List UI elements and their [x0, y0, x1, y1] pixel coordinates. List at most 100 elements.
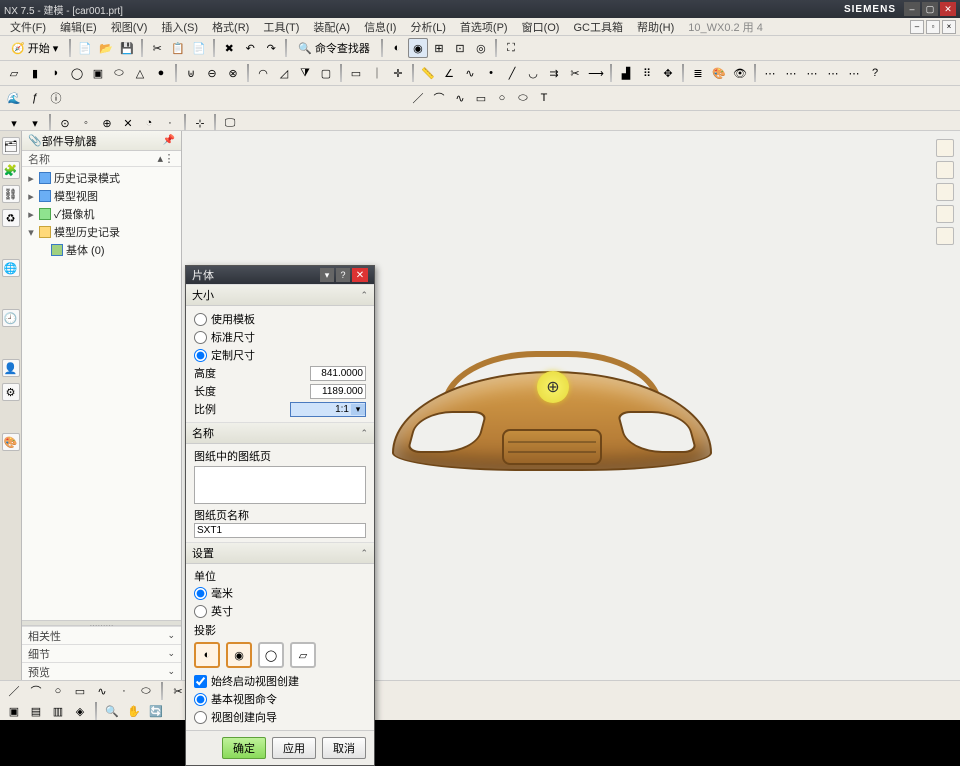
- more1-button[interactable]: ⋯: [760, 63, 780, 83]
- sketch-button[interactable]: ▱: [4, 63, 24, 83]
- delete-button[interactable]: ✖: [219, 38, 239, 58]
- curve-button[interactable]: ∿: [460, 63, 480, 83]
- start-menu-button[interactable]: 🧭开始▾: [4, 38, 65, 58]
- datum-axis-button[interactable]: ｜: [367, 63, 387, 83]
- show-hide-button[interactable]: 👁: [730, 63, 750, 83]
- undo-button[interactable]: ↶: [240, 38, 260, 58]
- sketch-rect-button[interactable]: ▭: [70, 681, 90, 701]
- render-style-button[interactable]: ◐: [387, 38, 407, 58]
- mirror-button[interactable]: ▟: [616, 63, 636, 83]
- dialog-help-button[interactable]: ?: [336, 268, 350, 282]
- more5-button[interactable]: ⋯: [844, 63, 864, 83]
- snap-existing-button[interactable]: ·: [160, 113, 180, 133]
- view-front-button[interactable]: ▣: [4, 701, 24, 721]
- radio-view-wizard[interactable]: [194, 711, 207, 724]
- datum-plane-button[interactable]: ▭: [346, 63, 366, 83]
- view-top-button[interactable]: ▤: [26, 701, 46, 721]
- curve-rect-button[interactable]: ▭: [471, 88, 491, 108]
- nav-history-icon[interactable]: 🕘: [2, 309, 20, 327]
- mdi-minimize-button[interactable]: –: [910, 20, 924, 34]
- view-right-button[interactable]: ▥: [48, 701, 68, 721]
- rotate-button[interactable]: 🔄: [146, 701, 166, 721]
- apply-button[interactable]: 应用: [272, 737, 316, 759]
- offset-button[interactable]: ⇉: [544, 63, 564, 83]
- scale-input[interactable]: [291, 403, 351, 416]
- r-tool3[interactable]: [936, 183, 954, 201]
- extend-button[interactable]: ⟶: [586, 63, 606, 83]
- r-tool1[interactable]: [936, 139, 954, 157]
- drop-details[interactable]: 细节⌄: [22, 644, 181, 662]
- curve-text-button[interactable]: T: [534, 88, 554, 108]
- nav-assembly-icon[interactable]: 🧩: [2, 161, 20, 179]
- section-settings[interactable]: 设置⌃: [186, 542, 374, 564]
- sketch-arc-button[interactable]: ⌒: [26, 681, 46, 701]
- display-button[interactable]: 🖵: [220, 113, 240, 133]
- sketch-ellipse-button[interactable]: ⬭: [136, 681, 156, 701]
- dialog-collapse-button[interactable]: ▾: [320, 268, 334, 282]
- tree-cameras[interactable]: ▸✓摄像机: [26, 205, 177, 223]
- snap-intersect-button[interactable]: ✕: [118, 113, 138, 133]
- arc-button[interactable]: ◡: [523, 63, 543, 83]
- wcs-button[interactable]: ⊹: [190, 113, 210, 133]
- sketch-circle-button[interactable]: ○: [48, 681, 68, 701]
- zoom-button[interactable]: 🔍: [102, 701, 122, 721]
- nav-roles-icon[interactable]: 👤: [2, 359, 20, 377]
- cancel-button[interactable]: 取消: [322, 737, 366, 759]
- wave-button[interactable]: 🌊: [4, 88, 24, 108]
- paste-button[interactable]: 📄: [189, 38, 209, 58]
- pattern-button[interactable]: ⠿: [637, 63, 657, 83]
- r-tool4[interactable]: [936, 205, 954, 223]
- shaded-button[interactable]: ◉: [408, 38, 428, 58]
- section-name[interactable]: 名称⌃: [186, 422, 374, 444]
- nav-parts-icon[interactable]: 🗂: [2, 137, 20, 155]
- check-autostart[interactable]: [194, 675, 207, 688]
- col-extra[interactable]: ⋮: [163, 152, 175, 165]
- mdi-restore-button[interactable]: ▫: [926, 20, 940, 34]
- projection-first-angle[interactable]: ◐: [194, 642, 220, 668]
- projection-third-angle[interactable]: ◉: [226, 642, 252, 668]
- subtract-button[interactable]: ⊖: [202, 63, 222, 83]
- maximize-button[interactable]: ▢: [922, 2, 938, 16]
- radio-standard[interactable]: [194, 331, 207, 344]
- curve-ellipse-button[interactable]: ⬭: [513, 88, 533, 108]
- nav-reuse-icon[interactable]: ♻: [2, 209, 20, 227]
- tree-history-mode[interactable]: ▸历史记录模式: [26, 169, 177, 187]
- hole-button[interactable]: ◯: [67, 63, 87, 83]
- measure-distance-button[interactable]: 📏: [418, 63, 438, 83]
- r-tool2[interactable]: [936, 161, 954, 179]
- pin-icon[interactable]: 📌: [163, 135, 175, 146]
- chamfer-button[interactable]: ◿: [274, 63, 294, 83]
- wireframe-button[interactable]: ⊞: [429, 38, 449, 58]
- menu-info[interactable]: 信息(I): [358, 17, 402, 37]
- shell-button[interactable]: ▢: [316, 63, 336, 83]
- menu-prefs[interactable]: 首选项(P): [454, 17, 514, 37]
- menu-insert[interactable]: 插入(S): [155, 17, 204, 37]
- radio-custom[interactable]: [194, 349, 207, 362]
- drawing-sheets-list[interactable]: [194, 466, 366, 504]
- sketch-line-button[interactable]: ／: [4, 681, 24, 701]
- pan-button[interactable]: ✋: [124, 701, 144, 721]
- open-button[interactable]: 📂: [96, 38, 116, 58]
- save-button[interactable]: 💾: [117, 38, 137, 58]
- edge-blend-button[interactable]: ◠: [253, 63, 273, 83]
- menu-assembly[interactable]: 装配(A): [307, 17, 356, 37]
- drop-preview[interactable]: 预览⌄: [22, 662, 181, 680]
- scale-dropdown-icon[interactable]: ▾: [351, 404, 365, 415]
- nav-internet-icon[interactable]: 🌐: [2, 259, 20, 277]
- snap-quadrant-button[interactable]: ◔: [139, 113, 159, 133]
- menu-file[interactable]: 文件(F): [4, 17, 52, 37]
- cone-button[interactable]: △: [130, 63, 150, 83]
- length-input[interactable]: [310, 384, 366, 399]
- menu-tools[interactable]: 工具(T): [257, 17, 305, 37]
- sel-scope-button[interactable]: ▾: [25, 113, 45, 133]
- tree-model-history[interactable]: ▾模型历史记录: [26, 223, 177, 241]
- snap-mid-button[interactable]: ◦: [76, 113, 96, 133]
- extrude-button[interactable]: ▮: [25, 63, 45, 83]
- projection-alt2[interactable]: ▱: [290, 642, 316, 668]
- sketch-point-button[interactable]: ·: [114, 681, 134, 701]
- more2-button[interactable]: ⋯: [781, 63, 801, 83]
- snap-center-button[interactable]: ⊕: [97, 113, 117, 133]
- curve-circle-button[interactable]: ○: [492, 88, 512, 108]
- intersect-button[interactable]: ⊗: [223, 63, 243, 83]
- projection-alt1[interactable]: ◯: [258, 642, 284, 668]
